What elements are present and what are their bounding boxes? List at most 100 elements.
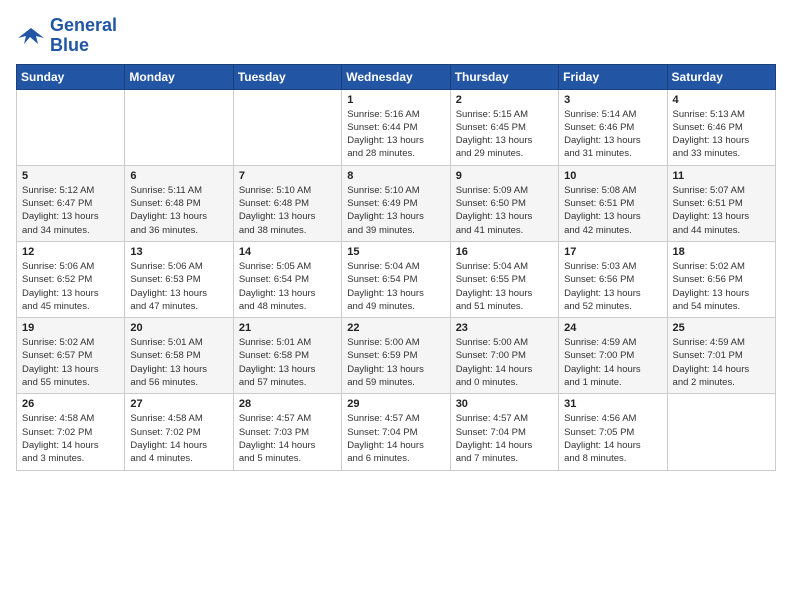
calendar-cell bbox=[17, 89, 125, 165]
cell-content: Sunrise: 5:13 AMSunset: 6:46 PMDaylight:… bbox=[673, 108, 770, 161]
cell-content: Sunrise: 5:09 AMSunset: 6:50 PMDaylight:… bbox=[456, 184, 553, 237]
calendar-cell: 28 Sunrise: 4:57 AMSunset: 7:03 PMDayligh… bbox=[233, 394, 341, 470]
cell-content: Sunrise: 5:10 AMSunset: 6:49 PMDaylight:… bbox=[347, 184, 444, 237]
day-number: 28 bbox=[239, 398, 336, 410]
cell-content: Sunrise: 5:00 AMSunset: 6:59 PMDaylight:… bbox=[347, 336, 444, 389]
day-number: 2 bbox=[456, 94, 553, 106]
calendar-cell bbox=[667, 394, 775, 470]
cell-content: Sunrise: 5:16 AMSunset: 6:44 PMDaylight:… bbox=[347, 108, 444, 161]
calendar-cell: 31 Sunrise: 4:56 AMSunset: 7:05 PMDayligh… bbox=[559, 394, 667, 470]
calendar-cell: 21 Sunrise: 5:01 AMSunset: 6:58 PMDayligh… bbox=[233, 318, 341, 394]
calendar-cell: 8 Sunrise: 5:10 AMSunset: 6:49 PMDaylight… bbox=[342, 165, 450, 241]
calendar-cell: 20 Sunrise: 5:01 AMSunset: 6:58 PMDayligh… bbox=[125, 318, 233, 394]
calendar-cell: 2Sunrise: 5:15 AMSunset: 6:45 PMDaylight… bbox=[450, 89, 558, 165]
day-number: 12 bbox=[22, 246, 119, 258]
cell-content: Sunrise: 5:01 AMSunset: 6:58 PMDaylight:… bbox=[130, 336, 227, 389]
calendar-cell: 4 Sunrise: 5:13 AMSunset: 6:46 PMDaylight… bbox=[667, 89, 775, 165]
day-number: 13 bbox=[130, 246, 227, 258]
day-number: 5 bbox=[22, 170, 119, 182]
cell-content: Sunrise: 5:05 AMSunset: 6:54 PMDaylight:… bbox=[239, 260, 336, 313]
cell-content: Sunrise: 4:58 AMSunset: 7:02 PMDaylight:… bbox=[22, 412, 119, 465]
calendar-cell bbox=[125, 89, 233, 165]
cell-content: Sunrise: 5:01 AMSunset: 6:58 PMDaylight:… bbox=[239, 336, 336, 389]
column-header-sunday: Sunday bbox=[17, 64, 125, 89]
cell-content: Sunrise: 5:08 AMSunset: 6:51 PMDaylight:… bbox=[564, 184, 661, 237]
cell-content: Sunrise: 4:57 AMSunset: 7:03 PMDaylight:… bbox=[239, 412, 336, 465]
cell-content: Sunrise: 5:12 AMSunset: 6:47 PMDaylight:… bbox=[22, 184, 119, 237]
day-number: 7 bbox=[239, 170, 336, 182]
day-number: 20 bbox=[130, 322, 227, 334]
day-number: 18 bbox=[673, 246, 770, 258]
day-number: 25 bbox=[673, 322, 770, 334]
cell-content: Sunrise: 5:04 AMSunset: 6:54 PMDaylight:… bbox=[347, 260, 444, 313]
calendar-cell: 11 Sunrise: 5:07 AMSunset: 6:51 PMDayligh… bbox=[667, 165, 775, 241]
calendar-cell: 18 Sunrise: 5:02 AMSunset: 6:56 PMDayligh… bbox=[667, 241, 775, 317]
day-number: 4 bbox=[673, 94, 770, 106]
day-number: 11 bbox=[673, 170, 770, 182]
column-header-saturday: Saturday bbox=[667, 64, 775, 89]
cell-content: Sunrise: 4:59 AMSunset: 7:01 PMDaylight:… bbox=[673, 336, 770, 389]
calendar-cell: 19Sunrise: 5:02 AMSunset: 6:57 PMDayligh… bbox=[17, 318, 125, 394]
day-number: 15 bbox=[347, 246, 444, 258]
day-number: 16 bbox=[456, 246, 553, 258]
calendar-cell: 23 Sunrise: 5:00 AMSunset: 7:00 PMDayligh… bbox=[450, 318, 558, 394]
cell-content: Sunrise: 4:57 AMSunset: 7:04 PMDaylight:… bbox=[347, 412, 444, 465]
cell-content: Sunrise: 5:03 AMSunset: 6:56 PMDaylight:… bbox=[564, 260, 661, 313]
calendar-cell: 27 Sunrise: 4:58 AMSunset: 7:02 PMDayligh… bbox=[125, 394, 233, 470]
cell-content: Sunrise: 5:06 AMSunset: 6:52 PMDaylight:… bbox=[22, 260, 119, 313]
day-number: 1 bbox=[347, 94, 444, 106]
day-number: 17 bbox=[564, 246, 661, 258]
cell-content: Sunrise: 5:02 AMSunset: 6:56 PMDaylight:… bbox=[673, 260, 770, 313]
page-header: General Blue bbox=[16, 16, 776, 56]
day-number: 9 bbox=[456, 170, 553, 182]
cell-content: Sunrise: 5:06 AMSunset: 6:53 PMDaylight:… bbox=[130, 260, 227, 313]
day-number: 10 bbox=[564, 170, 661, 182]
cell-content: Sunrise: 4:57 AMSunset: 7:04 PMDaylight:… bbox=[456, 412, 553, 465]
cell-content: Sunrise: 5:14 AMSunset: 6:46 PMDaylight:… bbox=[564, 108, 661, 161]
cell-content: Sunrise: 5:07 AMSunset: 6:51 PMDaylight:… bbox=[673, 184, 770, 237]
day-number: 22 bbox=[347, 322, 444, 334]
calendar-table: SundayMondayTuesdayWednesdayThursdayFrid… bbox=[16, 64, 776, 471]
day-number: 31 bbox=[564, 398, 661, 410]
cell-content: Sunrise: 4:56 AMSunset: 7:05 PMDaylight:… bbox=[564, 412, 661, 465]
cell-content: Sunrise: 4:59 AMSunset: 7:00 PMDaylight:… bbox=[564, 336, 661, 389]
column-header-tuesday: Tuesday bbox=[233, 64, 341, 89]
calendar-cell: 7 Sunrise: 5:10 AMSunset: 6:48 PMDaylight… bbox=[233, 165, 341, 241]
calendar-cell: 12 Sunrise: 5:06 AMSunset: 6:52 PMDayligh… bbox=[17, 241, 125, 317]
day-number: 21 bbox=[239, 322, 336, 334]
calendar-cell: 22 Sunrise: 5:00 AMSunset: 6:59 PMDayligh… bbox=[342, 318, 450, 394]
calendar-cell: 6 Sunrise: 5:11 AMSunset: 6:48 PMDaylight… bbox=[125, 165, 233, 241]
day-number: 24 bbox=[564, 322, 661, 334]
cell-content: Sunrise: 5:04 AMSunset: 6:55 PMDaylight:… bbox=[456, 260, 553, 313]
calendar-cell: 24 Sunrise: 4:59 AMSunset: 7:00 PMDayligh… bbox=[559, 318, 667, 394]
day-number: 6 bbox=[130, 170, 227, 182]
calendar-cell: 14 Sunrise: 5:05 AMSunset: 6:54 PMDayligh… bbox=[233, 241, 341, 317]
day-number: 27 bbox=[130, 398, 227, 410]
day-number: 29 bbox=[347, 398, 444, 410]
cell-content: Sunrise: 5:00 AMSunset: 7:00 PMDaylight:… bbox=[456, 336, 553, 389]
calendar-cell: 13 Sunrise: 5:06 AMSunset: 6:53 PMDayligh… bbox=[125, 241, 233, 317]
logo-bird-icon bbox=[16, 24, 46, 48]
day-number: 8 bbox=[347, 170, 444, 182]
cell-content: Sunrise: 4:58 AMSunset: 7:02 PMDaylight:… bbox=[130, 412, 227, 465]
calendar-cell: 29 Sunrise: 4:57 AMSunset: 7:04 PMDayligh… bbox=[342, 394, 450, 470]
calendar-cell: 15 Sunrise: 5:04 AMSunset: 6:54 PMDayligh… bbox=[342, 241, 450, 317]
logo-text: General Blue bbox=[50, 16, 117, 56]
day-number: 26 bbox=[22, 398, 119, 410]
calendar-cell: 25 Sunrise: 4:59 AMSunset: 7:01 PMDayligh… bbox=[667, 318, 775, 394]
calendar-cell bbox=[233, 89, 341, 165]
cell-content: Sunrise: 5:02 AMSunset: 6:57 PMDaylight:… bbox=[22, 336, 119, 389]
calendar-cell: 9 Sunrise: 5:09 AMSunset: 6:50 PMDaylight… bbox=[450, 165, 558, 241]
column-header-thursday: Thursday bbox=[450, 64, 558, 89]
day-number: 14 bbox=[239, 246, 336, 258]
cell-content: Sunrise: 5:10 AMSunset: 6:48 PMDaylight:… bbox=[239, 184, 336, 237]
day-number: 30 bbox=[456, 398, 553, 410]
column-header-wednesday: Wednesday bbox=[342, 64, 450, 89]
column-header-monday: Monday bbox=[125, 64, 233, 89]
column-header-friday: Friday bbox=[559, 64, 667, 89]
calendar-cell: 16 Sunrise: 5:04 AMSunset: 6:55 PMDayligh… bbox=[450, 241, 558, 317]
day-number: 23 bbox=[456, 322, 553, 334]
cell-content: Sunrise: 5:11 AMSunset: 6:48 PMDaylight:… bbox=[130, 184, 227, 237]
logo: General Blue bbox=[16, 16, 117, 56]
calendar-cell: 17 Sunrise: 5:03 AMSunset: 6:56 PMDayligh… bbox=[559, 241, 667, 317]
